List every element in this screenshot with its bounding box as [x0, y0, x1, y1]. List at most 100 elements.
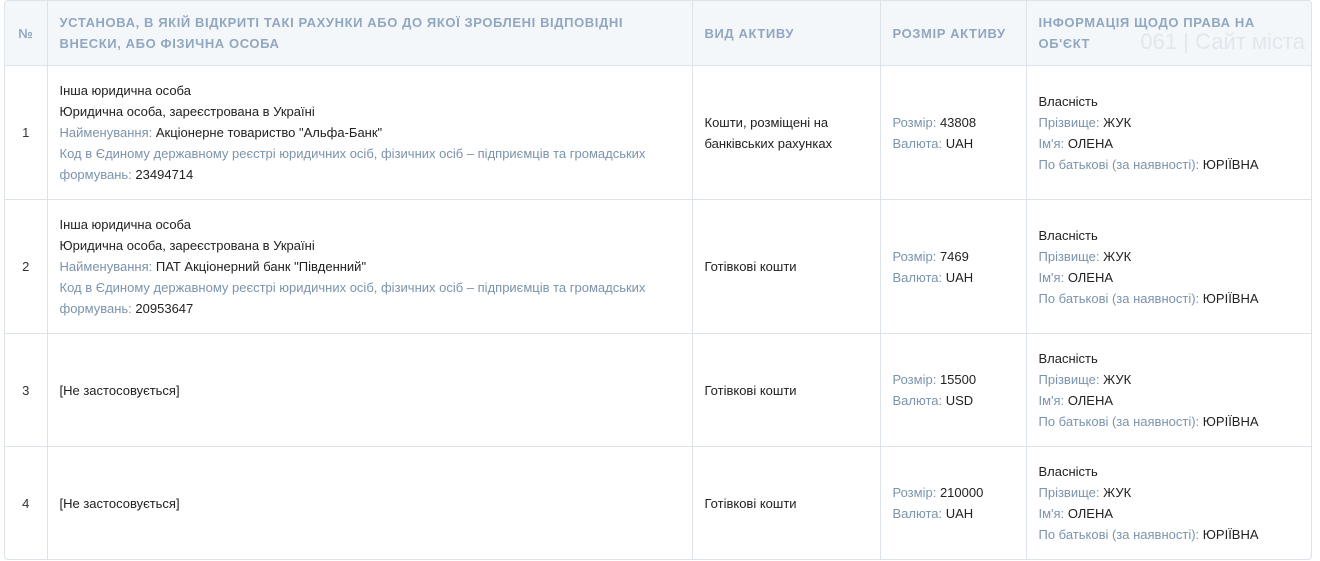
currency-line: Валюта: UAH	[893, 267, 1014, 288]
right-type: Власність	[1038, 464, 1098, 479]
first-name-line: Ім'я: ОЛЕНА	[1039, 390, 1302, 411]
row-number: 1	[5, 65, 48, 200]
asset-type-cell: Кошти, розміщені на банківських рахунках	[692, 65, 881, 200]
size-value: 7469	[939, 248, 969, 264]
patronymic-value: ЮРІЇВНА	[1202, 156, 1259, 172]
currency-value: UAH	[945, 135, 974, 151]
right-info-cell: Власність Прізвище: ЖУК Ім'я: ОЛЕНА По б…	[1026, 447, 1311, 560]
header-number: №	[5, 1, 48, 66]
surname-label: Прізвище:	[1038, 485, 1100, 500]
size-label: Розмір:	[892, 248, 937, 264]
patronymic-value: ЮРІЇВНА	[1202, 290, 1259, 306]
entity-name: ПАТ Акціонерний банк "Південний"	[155, 259, 367, 274]
right-info-cell: Власність Прізвище: ЖУК Ім'я: ОЛЕНА По б…	[1026, 65, 1311, 200]
surname-value: ЖУК	[1103, 248, 1132, 264]
patronymic-label: По батькові (за наявності):	[1038, 527, 1200, 542]
asset-size-cell: Розмір: 15500 Валюта: USD	[880, 333, 1027, 447]
entity-code-line: Код в Єдиному державному реєстрі юридичн…	[60, 143, 680, 185]
patronymic-label: По батькові (за наявності):	[1038, 156, 1200, 172]
name-label: Найменування:	[59, 259, 153, 274]
size-value: 210000	[939, 485, 984, 500]
size-line: Розмір: 7469	[893, 246, 1014, 267]
entity-registration: Юридична особа, зареєстрована в Україні	[59, 238, 315, 253]
currency-value: UAH	[945, 506, 974, 521]
first-name-label: Ім'я:	[1038, 135, 1065, 151]
patronymic-line: По батькові (за наявності): ЮРІЇВНА	[1039, 411, 1302, 432]
surname-label: Прізвище:	[1038, 248, 1100, 264]
patronymic-value: ЮРІЇВНА	[1202, 527, 1259, 542]
assets-table: № Установа, в якій відкриті такі рахунки…	[5, 1, 1311, 560]
first-name-line: Ім'я: ОЛЕНА	[1039, 503, 1302, 524]
size-value: 15500	[939, 372, 977, 387]
right-type: Власність	[1038, 351, 1098, 366]
asset-type-cell: Готівкові кошти	[692, 333, 881, 447]
size-line: Розмір: 210000	[893, 482, 1014, 503]
table-row: 1 Інша юридична особа Юридична особа, за…	[5, 65, 1311, 200]
entity-name: Акціонерне товариство "Альфа-Банк"	[155, 125, 383, 140]
currency-line: Валюта: UAH	[893, 503, 1014, 524]
entity-name-line: Найменування: Акціонерне товариство "Аль…	[60, 122, 680, 143]
row-number: 2	[5, 199, 48, 334]
institution-cell: [Не застосовується]	[47, 333, 693, 447]
patronymic-line: По батькові (за наявності): ЮРІЇВНА	[1039, 524, 1302, 545]
surname-line: Прізвище: ЖУК	[1039, 112, 1302, 133]
currency-label: Валюта:	[892, 393, 943, 408]
surname-value: ЖУК	[1103, 485, 1132, 500]
table-row: 4 [Не застосовується] Готівкові кошти Ро…	[5, 446, 1311, 560]
header-right-info-label: Інформація щодо права на об'єкт	[1038, 15, 1255, 51]
patronymic-label: По батькові (за наявності):	[1038, 414, 1200, 429]
currency-label: Валюта:	[892, 269, 943, 285]
surname-line: Прізвище: ЖУК	[1039, 482, 1302, 503]
right-info-cell: Власність Прізвище: ЖУК Ім'я: ОЛЕНА По б…	[1026, 333, 1311, 447]
right-type: Власність	[1038, 227, 1098, 243]
header-asset-size: Розмір активу	[880, 1, 1027, 66]
institution-cell: Інша юридична особа Юридична особа, заре…	[47, 65, 693, 200]
first-name-label: Ім'я:	[1038, 506, 1065, 521]
entity-type: Інша юридична особа	[59, 83, 191, 98]
first-name-value: ОЛЕНА	[1067, 506, 1114, 521]
size-label: Розмір:	[892, 485, 937, 500]
row-number: 3	[5, 333, 48, 447]
surname-line: Прізвище: ЖУК	[1039, 369, 1302, 390]
right-type: Власність	[1038, 93, 1098, 109]
size-label: Розмір:	[892, 114, 937, 130]
right-info-cell: Власність Прізвище: ЖУК Ім'я: ОЛЕНА По б…	[1026, 199, 1311, 334]
first-name-line: Ім'я: ОЛЕНА	[1039, 267, 1302, 288]
patronymic-line: По батькові (за наявності): ЮРІЇВНА	[1039, 288, 1302, 309]
entity-type: Інша юридична особа	[59, 217, 191, 232]
first-name-label: Ім'я:	[1038, 269, 1065, 285]
surname-value: ЖУК	[1103, 372, 1132, 387]
asset-type-cell: Готівкові кошти	[692, 446, 881, 559]
currency-line: Валюта: USD	[893, 390, 1014, 411]
size-line: Розмір: 43808	[893, 112, 1014, 133]
size-value: 43808	[939, 114, 977, 130]
entity-code: 20953647	[135, 301, 194, 316]
currency-value: USD	[945, 393, 974, 408]
entity-code: 23494714	[135, 167, 194, 182]
header-right-info: Інформація щодо права на об'єкт 061 | Са…	[1026, 1, 1311, 66]
currency-line: Валюта: UAH	[893, 133, 1014, 154]
size-label: Розмір:	[892, 372, 937, 387]
first-name-line: Ім'я: ОЛЕНА	[1039, 133, 1302, 154]
entity-code-line: Код в Єдиному державному реєстрі юридичн…	[60, 277, 680, 319]
table-header-row: № Установа, в якій відкриті такі рахунки…	[5, 1, 1311, 66]
table-row: 2 Інша юридична особа Юридична особа, за…	[5, 199, 1311, 334]
currency-label: Валюта:	[892, 135, 943, 151]
row-number: 4	[5, 446, 48, 559]
surname-value: ЖУК	[1103, 114, 1132, 130]
asset-size-cell: Розмір: 210000 Валюта: UAH	[880, 446, 1027, 559]
patronymic-line: По батькові (за наявності): ЮРІЇВНА	[1039, 154, 1302, 175]
first-name-value: ОЛЕНА	[1067, 393, 1114, 408]
assets-table-container: № Установа, в якій відкриті такі рахунки…	[4, 0, 1312, 560]
surname-label: Прізвище:	[1038, 114, 1100, 130]
table-row: 3 [Не застосовується] Готівкові кошти Ро…	[5, 333, 1311, 447]
surname-label: Прізвище:	[1038, 372, 1100, 387]
asset-size-cell: Розмір: 43808 Валюта: UAH	[880, 65, 1027, 200]
institution-cell: [Не застосовується]	[47, 446, 693, 559]
first-name-value: ОЛЕНА	[1067, 269, 1114, 285]
institution-cell: Інша юридична особа Юридична особа, заре…	[47, 199, 693, 334]
patronymic-label: По батькові (за наявності):	[1038, 290, 1200, 306]
entity-name-line: Найменування: ПАТ Акціонерний банк "Півд…	[60, 256, 680, 277]
entity-registration: Юридична особа, зареєстрована в Україні	[59, 104, 315, 119]
name-label: Найменування:	[59, 125, 153, 140]
